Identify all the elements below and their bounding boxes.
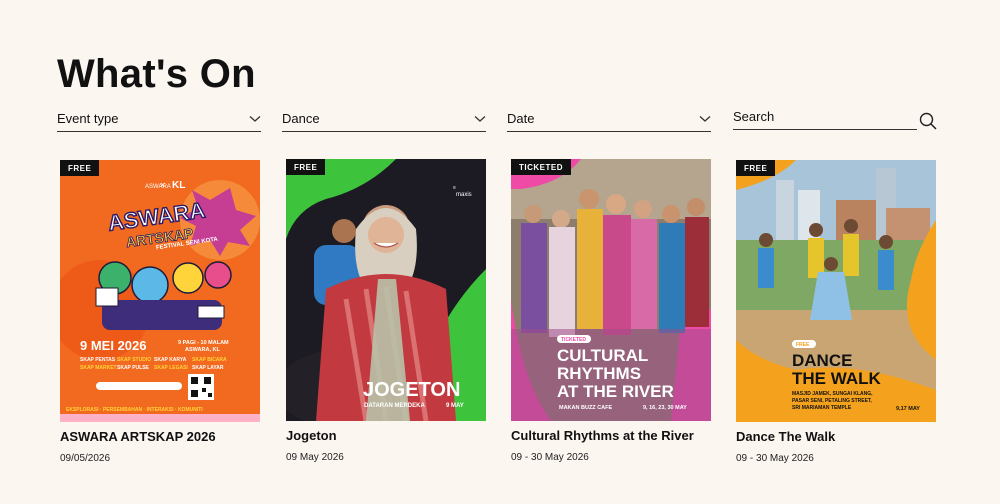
event-type-filter-label: Event type bbox=[57, 111, 119, 126]
svg-text:maxis: maxis bbox=[456, 192, 472, 198]
event-date: 09 - 30 May 2026 bbox=[511, 452, 589, 463]
event-title[interactable]: ASWARA ARTSKAP 2026 bbox=[60, 429, 260, 444]
svg-text:SKAP PULSE: SKAP PULSE bbox=[117, 365, 150, 371]
event-badge: TICKETED bbox=[511, 159, 571, 175]
svg-text:ASWARA: ASWARA bbox=[145, 184, 171, 190]
svg-text:SKAP MARKET: SKAP MARKET bbox=[80, 365, 117, 371]
cultural-rhythms-poster-art: TICKETED CULTURAL RHYTHMS AT THE RIVER M… bbox=[511, 159, 711, 421]
svg-text:FREE: FREE bbox=[796, 342, 810, 348]
search-input[interactable] bbox=[733, 109, 917, 124]
svg-text:KL: KL bbox=[172, 180, 185, 191]
event-badge: FREE bbox=[736, 160, 776, 176]
svg-text:RHYTHMS: RHYTHMS bbox=[557, 364, 641, 383]
chevron-down-icon bbox=[699, 115, 711, 122]
search-field bbox=[733, 108, 917, 130]
svg-text:ASWARA, KL: ASWARA, KL bbox=[185, 347, 220, 353]
svg-text:THE WALK: THE WALK bbox=[792, 369, 881, 388]
event-title[interactable]: Cultural Rhythms at the River bbox=[511, 428, 711, 443]
date-filter[interactable]: Date bbox=[507, 110, 711, 132]
svg-text:TICKETED: TICKETED bbox=[561, 337, 586, 343]
svg-text:MASJID JAMEK, SUNGAI KLANG,: MASJID JAMEK, SUNGAI KLANG, bbox=[792, 391, 873, 397]
svg-text:SKAP BICARA: SKAP BICARA bbox=[192, 357, 227, 363]
svg-text:CULTURAL: CULTURAL bbox=[557, 346, 648, 365]
svg-text:≡: ≡ bbox=[453, 185, 456, 191]
event-card[interactable]: ASWARA × KL ASWARA ARTSKAP FESTIVAL SENI… bbox=[60, 160, 260, 464]
svg-text:9 MEI 2026: 9 MEI 2026 bbox=[80, 338, 147, 353]
event-badge: FREE bbox=[286, 159, 326, 175]
event-date: 09 May 2026 bbox=[286, 452, 344, 463]
svg-text:9 MAY: 9 MAY bbox=[446, 403, 464, 409]
svg-text:×: × bbox=[160, 180, 165, 190]
event-poster[interactable]: ASWARA × KL ASWARA ARTSKAP FESTIVAL SENI… bbox=[60, 160, 260, 422]
dance-the-walk-poster-art: FREE DANCE THE WALK MASJID JAMEK, SUNGAI… bbox=[736, 160, 936, 422]
event-poster[interactable]: FREE DANCE THE WALK MASJID JAMEK, SUNGAI… bbox=[736, 160, 936, 422]
dance-filter-label: Dance bbox=[282, 111, 320, 126]
event-title[interactable]: Jogeton bbox=[286, 428, 486, 443]
svg-text:JOGETON: JOGETON bbox=[363, 379, 460, 401]
search-icon[interactable] bbox=[919, 112, 937, 130]
aswara-poster-art: ASWARA × KL ASWARA ARTSKAP FESTIVAL SENI… bbox=[60, 160, 260, 422]
svg-text:SRI MARIAMAN TEMPLE: SRI MARIAMAN TEMPLE bbox=[792, 405, 852, 411]
event-date: 09/05/2026 bbox=[60, 453, 111, 464]
svg-text:DATARAN MERDEKA: DATARAN MERDEKA bbox=[364, 403, 425, 409]
svg-text:9, 16, 23, 30 MAY: 9, 16, 23, 30 MAY bbox=[643, 405, 687, 411]
chevron-down-icon bbox=[474, 115, 486, 122]
event-card[interactable]: FREE DANCE THE WALK MASJID JAMEK, SUNGAI… bbox=[736, 160, 936, 464]
event-title[interactable]: Dance The Walk bbox=[736, 429, 936, 444]
svg-text:DANCE: DANCE bbox=[792, 351, 852, 370]
event-poster[interactable]: ≡ maxis JOGETON DATARAN MERDEKA 9 MAY FR… bbox=[286, 159, 486, 421]
event-type-filter[interactable]: Event type bbox=[57, 110, 261, 132]
date-filter-label: Date bbox=[507, 111, 535, 126]
event-badge: FREE bbox=[60, 160, 100, 176]
svg-text:SKAP PENTAS: SKAP PENTAS bbox=[80, 357, 116, 363]
svg-text:SKAP LEGASI: SKAP LEGASI bbox=[154, 365, 188, 371]
event-card[interactable]: TICKETED CULTURAL RHYTHMS AT THE RIVER M… bbox=[511, 159, 711, 463]
svg-text:SKAP STUDIO: SKAP STUDIO bbox=[117, 357, 151, 363]
jogeton-poster-art: ≡ maxis JOGETON DATARAN MERDEKA 9 MAY bbox=[286, 159, 486, 421]
event-poster[interactable]: TICKETED CULTURAL RHYTHMS AT THE RIVER M… bbox=[511, 159, 711, 421]
page-title: What's On bbox=[57, 52, 256, 96]
svg-text:SKAP LAYAR: SKAP LAYAR bbox=[192, 365, 224, 371]
svg-text:9 PAGI - 10 MALAM: 9 PAGI - 10 MALAM bbox=[178, 340, 229, 346]
svg-text:EKSPLORASI · PERSEMBAHAN · INT: EKSPLORASI · PERSEMBAHAN · INTERAKSI · K… bbox=[66, 407, 203, 413]
svg-text:SKAP KARYA: SKAP KARYA bbox=[154, 357, 187, 363]
svg-text:PASAR SENI, PETALING STREET,: PASAR SENI, PETALING STREET, bbox=[792, 398, 872, 404]
event-card[interactable]: ≡ maxis JOGETON DATARAN MERDEKA 9 MAY FR… bbox=[286, 159, 486, 463]
svg-text:MAKAN BUZZ CAFE: MAKAN BUZZ CAFE bbox=[559, 405, 612, 411]
svg-text:AT THE RIVER: AT THE RIVER bbox=[557, 382, 674, 401]
event-date: 09 - 30 May 2026 bbox=[736, 453, 814, 464]
dance-filter[interactable]: Dance bbox=[282, 110, 486, 132]
svg-text:9,17 MAY: 9,17 MAY bbox=[896, 406, 920, 412]
chevron-down-icon bbox=[249, 115, 261, 122]
